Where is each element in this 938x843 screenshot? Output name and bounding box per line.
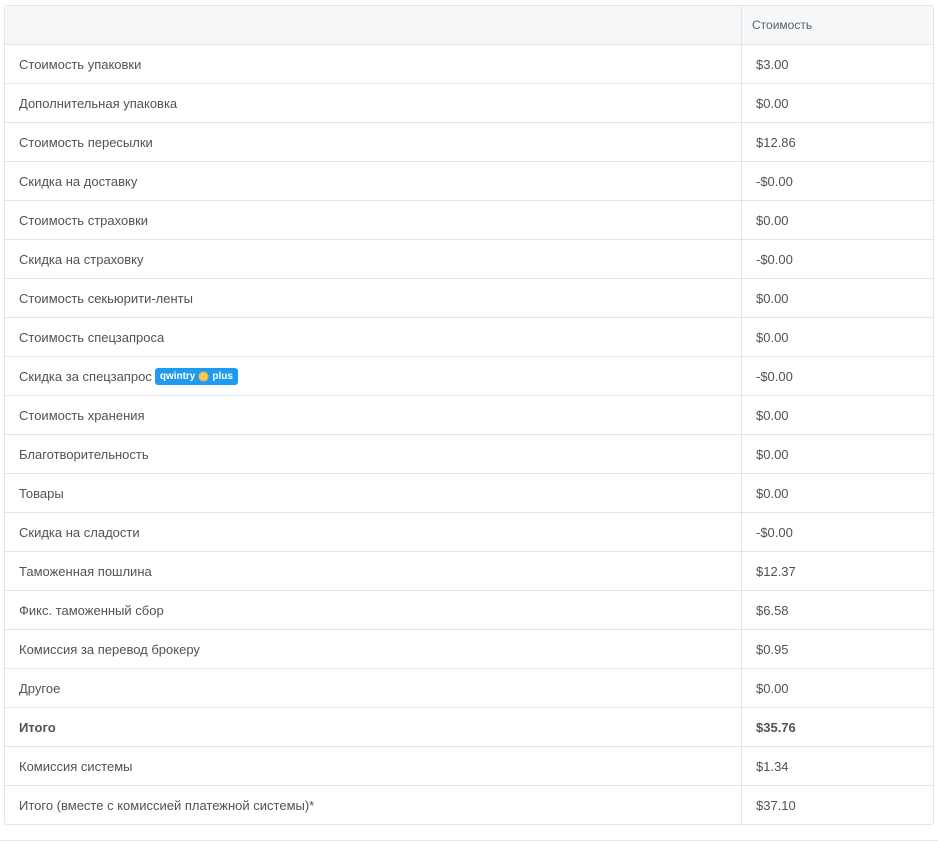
row-value: $12.86	[756, 134, 796, 150]
subtotal-row: Итого $35.76	[5, 707, 933, 746]
row-value: $0.95	[756, 641, 789, 657]
row-value: $0.00	[756, 485, 789, 501]
row-value: $0.00	[756, 680, 789, 696]
table-row: Комиссия за перевод брокеру $0.95	[5, 629, 933, 668]
header-cost-column: Стоимость	[752, 18, 813, 32]
table-row: Стоимость хранения $0.00	[5, 395, 933, 434]
row-label: Другое	[5, 669, 742, 707]
cost-breakdown-table: Стоимость Стоимость упаковки $3.00 Допол…	[4, 5, 934, 825]
row-value: -$0.00	[756, 368, 793, 384]
row-value: $0.00	[756, 329, 789, 345]
row-label: Товары	[5, 474, 742, 512]
table-row: Стоимость спецзапроса $0.00	[5, 317, 933, 356]
row-value: $0.00	[756, 95, 789, 111]
section-divider	[0, 840, 938, 841]
row-label: Стоимость хранения	[5, 396, 742, 434]
row-value: $0.00	[756, 212, 789, 228]
sun-icon	[198, 370, 209, 382]
table-row: Скидка на сладости -$0.00	[5, 512, 933, 551]
subtotal-value: $35.76	[756, 719, 796, 735]
row-value: -$0.00	[756, 251, 793, 267]
table-row: Скидка за спецзапрос qwintry plus -$0.00	[5, 356, 933, 395]
row-label: Скидка на страховку	[5, 240, 742, 278]
row-value: -$0.00	[756, 524, 793, 540]
total-label: Итого (вместе с комиссией платежной сист…	[5, 786, 742, 824]
qwintry-plus-badge: qwintry plus	[154, 367, 238, 385]
table-row: Стоимость пересылки $12.86	[5, 122, 933, 161]
row-label: Комиссия за перевод брокеру	[5, 630, 742, 668]
table-row: Дополнительная упаковка $0.00	[5, 83, 933, 122]
row-value: $1.34	[756, 758, 789, 774]
subtotal-label: Итого	[5, 708, 742, 746]
row-value: -$0.00	[756, 173, 793, 189]
row-label: Скидка на сладости	[5, 513, 742, 551]
row-label: Комиссия системы	[5, 747, 742, 785]
row-label: Стоимость страховки	[5, 201, 742, 239]
table-row: Стоимость секьюрити-ленты $0.00	[5, 278, 933, 317]
total-value: $37.10	[756, 797, 796, 813]
table-row: Стоимость страховки $0.00	[5, 200, 933, 239]
table-row: Товары $0.00	[5, 473, 933, 512]
row-label: Стоимость пересылки	[5, 123, 742, 161]
table-row: Скидка на доставку -$0.00	[5, 161, 933, 200]
row-label: Скидка за спецзапрос	[19, 368, 152, 384]
table-row: Стоимость упаковки $3.00	[5, 44, 933, 83]
row-label: Благотворительность	[5, 435, 742, 473]
table-header: Стоимость	[5, 6, 933, 44]
table-row: Скидка на страховку -$0.00	[5, 239, 933, 278]
table-row: Фикс. таможенный сбор $6.58	[5, 590, 933, 629]
table-row: Таможенная пошлина $12.37	[5, 551, 933, 590]
table-row: Другое $0.00	[5, 668, 933, 707]
row-label-with-badge: Скидка за спецзапрос qwintry plus	[5, 357, 742, 395]
badge-plus-text: plus	[212, 370, 233, 382]
row-label: Стоимость секьюрити-ленты	[5, 279, 742, 317]
header-label-column	[5, 6, 742, 44]
row-label: Стоимость спецзапроса	[5, 318, 742, 356]
row-value: $0.00	[756, 290, 789, 306]
row-label: Скидка на доставку	[5, 162, 742, 200]
row-label: Фикс. таможенный сбор	[5, 591, 742, 629]
row-label: Стоимость упаковки	[5, 45, 742, 83]
table-row: Благотворительность $0.00	[5, 434, 933, 473]
row-label: Дополнительная упаковка	[5, 84, 742, 122]
total-row: Итого (вместе с комиссией платежной сист…	[5, 785, 933, 824]
row-value: $3.00	[756, 56, 789, 72]
badge-brand-text: qwintry	[159, 370, 196, 382]
row-value: $6.58	[756, 602, 789, 618]
row-label: Таможенная пошлина	[5, 552, 742, 590]
row-value: $0.00	[756, 407, 789, 423]
row-value: $12.37	[756, 563, 796, 579]
table-row: Комиссия системы $1.34	[5, 746, 933, 785]
row-value: $0.00	[756, 446, 789, 462]
